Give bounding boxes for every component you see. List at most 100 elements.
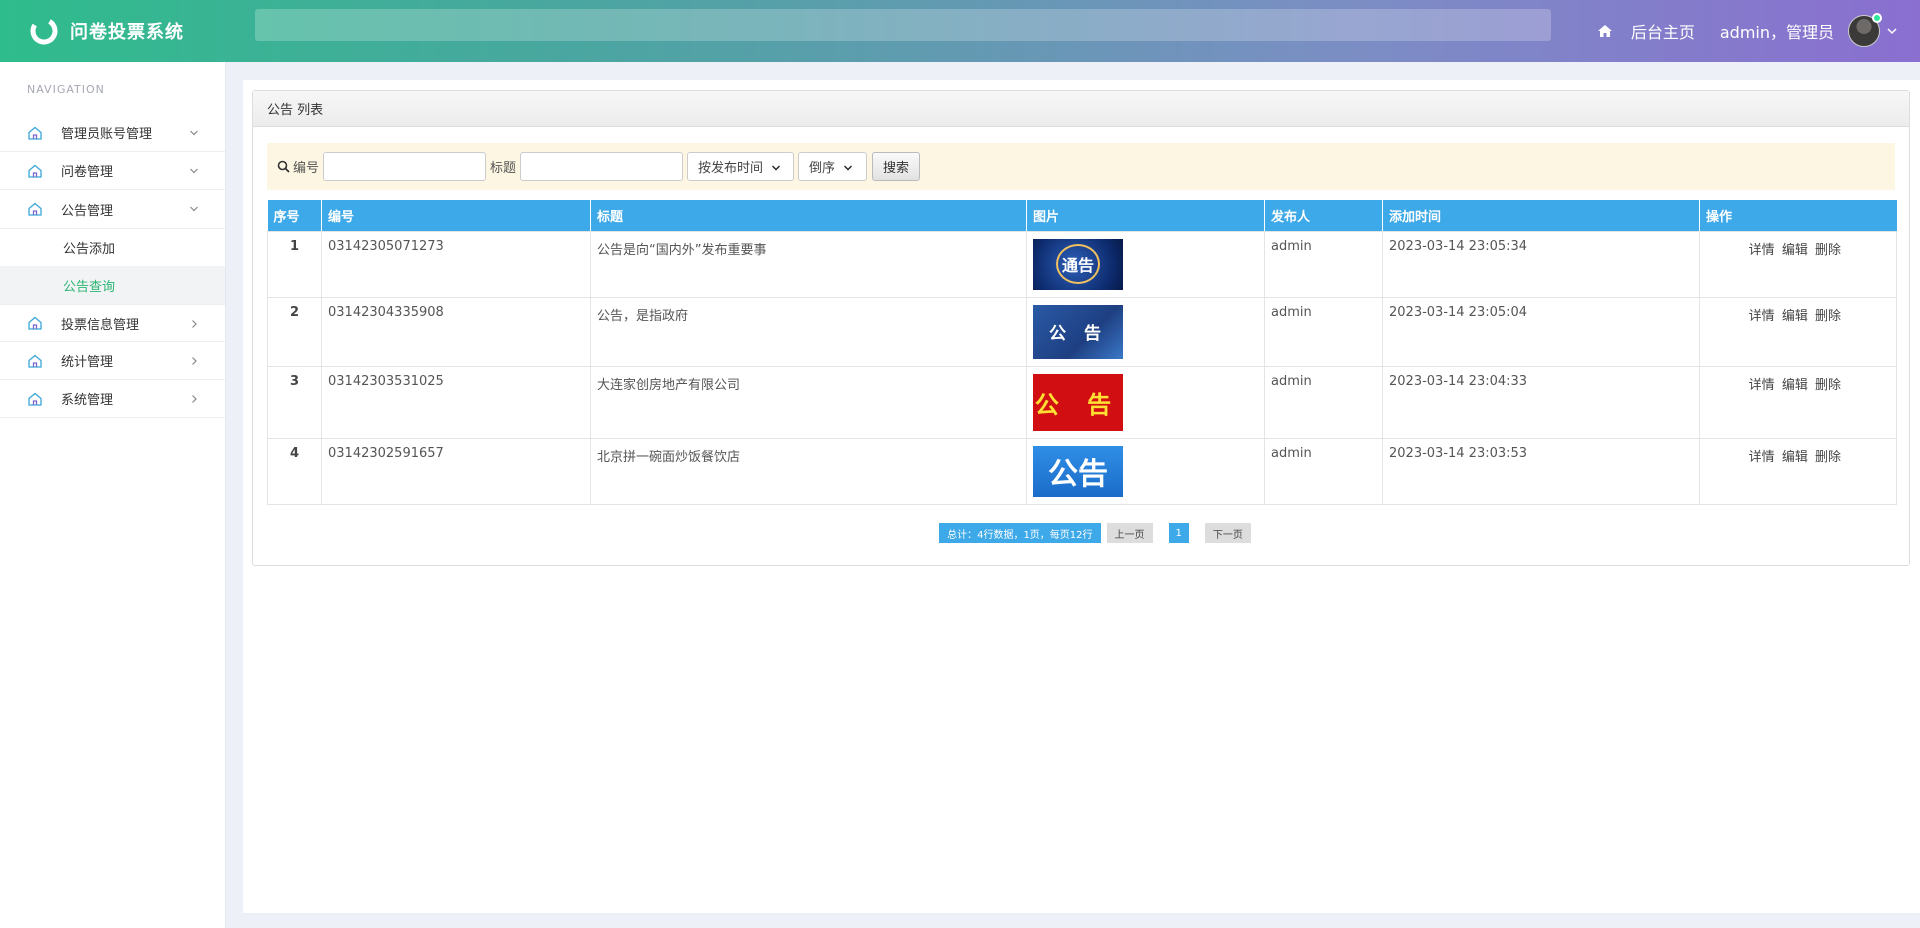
- row-actions: 详情 编辑 删除: [1699, 365, 1897, 439]
- row-time: 2023-03-14 23:05:04: [1382, 296, 1700, 367]
- row-actions: 详情 编辑 删除: [1699, 437, 1897, 505]
- chevron-down-icon: [843, 162, 853, 172]
- sort-field-value: 按发布时间: [698, 161, 764, 176]
- delete-link[interactable]: 删除: [1815, 378, 1841, 393]
- filter-bar: 编号 标题 按发布时间 倒序 搜索: [267, 143, 1895, 190]
- home-outline-icon: [27, 125, 43, 141]
- chevron-right-icon: [189, 318, 199, 328]
- column-header[interactable]: 图片: [1026, 200, 1265, 231]
- row-time: 2023-03-14 23:04:33: [1382, 365, 1700, 439]
- header-search-bar[interactable]: [255, 9, 1551, 41]
- panel-title: 公告 列表: [253, 91, 1909, 127]
- home-outline-icon: [27, 315, 43, 331]
- chevron-down-icon: [189, 165, 199, 175]
- row-image-cell: 公告: [1026, 437, 1265, 505]
- row-actions: 详情 编辑 删除: [1699, 296, 1897, 367]
- prev-page-button[interactable]: 上一页: [1106, 523, 1153, 543]
- search-icon: [277, 160, 290, 173]
- delete-link[interactable]: 删除: [1815, 243, 1841, 258]
- detail-link[interactable]: 详情: [1749, 243, 1775, 258]
- row-publisher: admin: [1264, 437, 1383, 505]
- pagination-summary: 总计：4行数据，1页，每页12行: [939, 523, 1101, 543]
- thumbnail-text: 公告: [1048, 457, 1108, 492]
- user-label[interactable]: admin，管理员: [1720, 19, 1834, 43]
- home-outline-icon: [27, 353, 43, 369]
- detail-link[interactable]: 详情: [1749, 378, 1775, 393]
- chevron-down-icon: [189, 203, 199, 213]
- sidebar-subitem-announcement-add[interactable]: 公告添加: [0, 228, 225, 266]
- column-header[interactable]: 操作: [1699, 200, 1897, 231]
- row-code: 03142303531025: [321, 365, 591, 439]
- chevron-down-icon: [771, 162, 781, 172]
- app-logo[interactable]: 问卷投票系统: [0, 15, 228, 47]
- row-time: 2023-03-14 23:03:53: [1382, 437, 1700, 505]
- chevron-down-icon[interactable]: [1886, 25, 1898, 37]
- nav-section-label: NAVIGATION: [27, 83, 105, 96]
- row-image-cell: 公 告: [1026, 365, 1265, 439]
- sidebar-item-statistics[interactable]: 统计管理: [0, 342, 225, 380]
- announcement-thumbnail[interactable]: 公 告: [1033, 304, 1123, 359]
- row-index: 1: [267, 230, 322, 298]
- table-row: 1 03142305071273 公告是向“国内外”发布重要事 通告 admin…: [267, 230, 1897, 298]
- announcement-thumbnail[interactable]: 公告: [1033, 445, 1123, 497]
- table-header-row: 序号 编号 标题 图片 发布人 添加时间 操作: [267, 200, 1897, 231]
- sort-order-value: 倒序: [809, 161, 836, 176]
- next-page-button[interactable]: 下一页: [1204, 523, 1251, 543]
- sidebar-item-label: 管理员账号管理: [61, 127, 153, 142]
- sidebar-item-label: 公告管理: [61, 203, 114, 219]
- code-input[interactable]: [323, 152, 487, 181]
- avatar[interactable]: [1848, 13, 1882, 47]
- announcement-table: 序号 编号 标题 图片 发布人 添加时间 操作 1 03142305071273…: [267, 200, 1897, 505]
- pagination: 总计：4行数据，1页，每页12行 上一页 1 下一页: [253, 523, 1909, 543]
- edit-link[interactable]: 编辑: [1782, 243, 1808, 258]
- table-row: 3 03142303531025 大连家创房地产有限公司 公 告 admin 2…: [267, 365, 1897, 439]
- online-status-dot: [1872, 13, 1882, 23]
- row-image-cell: 通告: [1026, 230, 1265, 298]
- sidebar-item-label: 系统管理: [61, 393, 114, 408]
- sidebar-item-questionnaire[interactable]: 问卷管理: [0, 152, 225, 190]
- table-row: 4 03142302591657 北京拼一碗面炒饭餐饮店 公告 admin 20…: [267, 437, 1897, 505]
- announcement-thumbnail[interactable]: 公 告: [1033, 373, 1123, 431]
- thumbnail-text: 公 告: [1034, 390, 1122, 419]
- edit-link[interactable]: 编辑: [1782, 378, 1808, 393]
- edit-link[interactable]: 编辑: [1782, 309, 1808, 324]
- column-header[interactable]: 发布人: [1264, 200, 1383, 231]
- chevron-right-icon: [189, 355, 199, 365]
- delete-link[interactable]: 删除: [1815, 309, 1841, 324]
- code-filter-label: 编号: [277, 157, 319, 176]
- sidebar-item-announcement[interactable]: 公告管理: [0, 190, 225, 228]
- row-image-cell: 公 告: [1026, 296, 1265, 367]
- row-publisher: admin: [1264, 365, 1383, 439]
- row-title: 公告是向“国内外”发布重要事: [590, 230, 1027, 298]
- column-header[interactable]: 序号: [267, 200, 322, 231]
- announcement-thumbnail[interactable]: 通告: [1033, 238, 1123, 290]
- row-index: 2: [267, 296, 322, 367]
- title-input[interactable]: [520, 152, 684, 181]
- logo-icon: [28, 15, 60, 47]
- column-header[interactable]: 标题: [590, 200, 1027, 231]
- column-header[interactable]: 编号: [321, 200, 591, 231]
- home-outline-icon: [27, 163, 43, 179]
- detail-link[interactable]: 详情: [1749, 450, 1775, 465]
- home-link[interactable]: 后台主页: [1631, 19, 1695, 43]
- sidebar-subitem-announcement-query[interactable]: 公告查询: [0, 266, 225, 304]
- sort-field-select[interactable]: 按发布时间: [687, 152, 795, 181]
- home-outline-icon: [27, 391, 43, 407]
- top-header: 问卷投票系统 后台主页 admin，管理员: [0, 0, 1920, 62]
- home-icon[interactable]: [1597, 23, 1613, 39]
- sidebar-item-admin-accounts[interactable]: 管理员账号管理: [0, 114, 225, 152]
- search-button[interactable]: 搜索: [872, 152, 921, 181]
- sidebar: NAVIGATION 管理员账号管理 问卷管理 公告管理 公告添加 公告查询 投…: [0, 62, 226, 928]
- current-page-button[interactable]: 1: [1168, 523, 1189, 543]
- thumbnail-text: 通告: [1055, 244, 1100, 284]
- announcement-list-panel: 公告 列表 编号 标题 按发布时间 倒序 搜索 序号 编号 标题 图片 发布人 …: [252, 90, 1910, 566]
- sort-order-select[interactable]: 倒序: [798, 152, 868, 181]
- detail-link[interactable]: 详情: [1749, 309, 1775, 324]
- sidebar-item-vote-info[interactable]: 投票信息管理: [0, 304, 225, 342]
- delete-link[interactable]: 删除: [1815, 450, 1841, 465]
- column-header[interactable]: 添加时间: [1382, 200, 1700, 231]
- row-index: 4: [267, 437, 322, 505]
- chevron-right-icon: [189, 393, 199, 403]
- edit-link[interactable]: 编辑: [1782, 450, 1808, 465]
- sidebar-item-system[interactable]: 系统管理: [0, 380, 225, 418]
